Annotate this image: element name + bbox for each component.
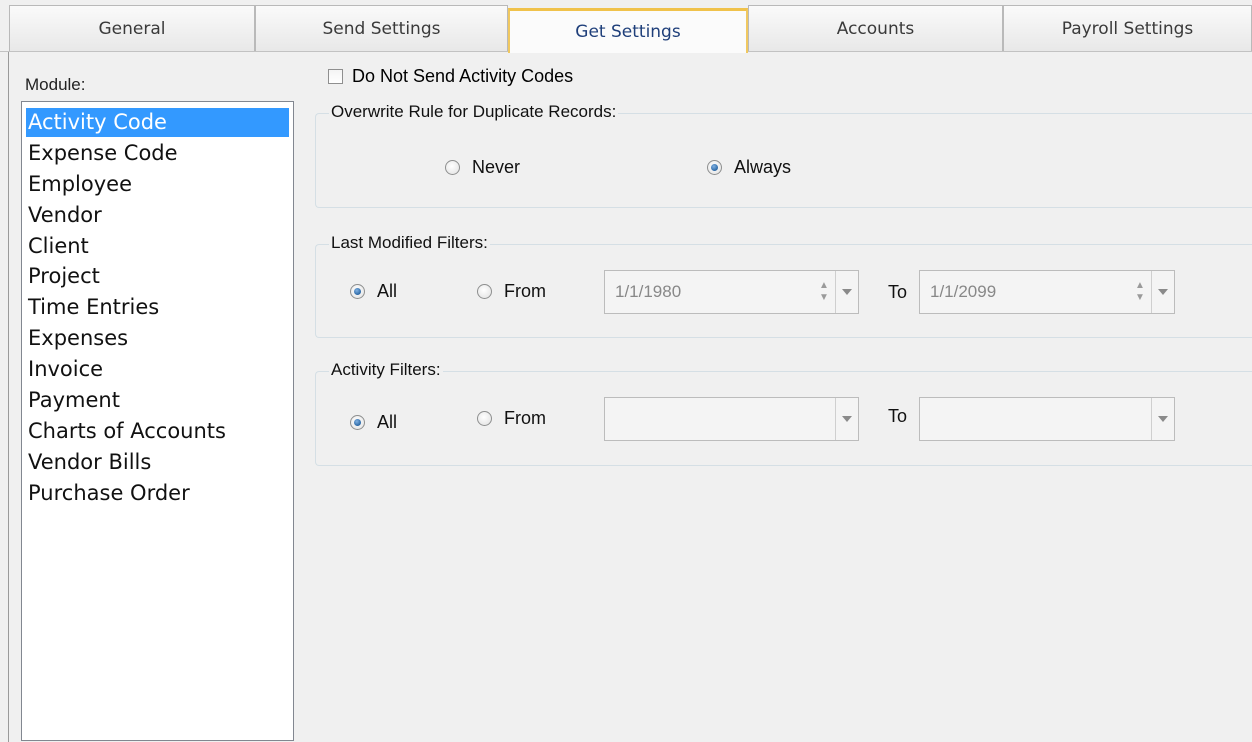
activity-all-label: All [377, 412, 398, 432]
module-item-time-entries[interactable]: Time Entries [26, 293, 289, 322]
last-modified-from-radio[interactable] [477, 284, 492, 299]
module-item-invoice[interactable]: Invoice [26, 355, 289, 384]
last-modified-to-value: 1/1/2099 [930, 282, 997, 301]
activity-from-select[interactable] [604, 397, 859, 441]
panel-left-border [8, 52, 9, 742]
module-item-vendor[interactable]: Vendor [26, 201, 289, 230]
activity-filters-title: Activity Filters: [329, 360, 443, 380]
last-modified-from-value: 1/1/1980 [615, 282, 682, 301]
module-item-vendor-bills[interactable]: Vendor Bills [26, 448, 289, 477]
tab-label: Accounts [836, 18, 915, 39]
last-modified-from-label: From [504, 281, 546, 301]
tab-send-settings[interactable]: Send Settings [255, 5, 508, 51]
dropdown-arrow-icon[interactable] [835, 271, 858, 313]
module-item-activity-code[interactable]: Activity Code [26, 108, 289, 137]
overwrite-always-option[interactable]: Always [707, 157, 791, 178]
spinner-icon[interactable]: ▲ ▼ [813, 271, 835, 313]
module-label: Module: [25, 75, 86, 94]
module-item-charts-of-accounts[interactable]: Charts of Accounts [26, 417, 289, 446]
activity-from-label: From [504, 408, 546, 428]
do-not-send-checkbox[interactable] [328, 68, 343, 84]
activity-from-option[interactable]: From [477, 408, 546, 429]
dropdown-arrow-icon[interactable] [1151, 271, 1174, 313]
activity-all-radio[interactable] [350, 415, 365, 430]
overwrite-never-option[interactable]: Never [445, 157, 520, 178]
module-item-expense-code[interactable]: Expense Code [26, 139, 289, 168]
module-item-payment[interactable]: Payment [26, 386, 289, 415]
do-not-send-label: Do Not Send Activity Codes [352, 65, 574, 86]
module-item-client[interactable]: Client [26, 232, 289, 261]
activity-to-label: To [888, 406, 908, 426]
last-modified-all-label: All [377, 281, 398, 301]
do-not-send-checkbox-row[interactable]: Do Not Send Activity Codes [328, 64, 573, 88]
activity-from-radio[interactable] [477, 411, 492, 426]
overwrite-always-label: Always [734, 157, 792, 177]
activity-to-select[interactable] [919, 397, 1175, 441]
last-modified-to-label: To [888, 282, 908, 302]
tab-get-settings[interactable]: Get Settings [508, 8, 748, 53]
module-item-purchase-order[interactable]: Purchase Order [26, 479, 289, 508]
last-modified-to-date[interactable]: 1/1/2099 ▲ ▼ [919, 270, 1175, 314]
activity-all-option[interactable]: All [350, 412, 397, 433]
tab-payroll-settings[interactable]: Payroll Settings [1003, 5, 1252, 51]
module-item-employee[interactable]: Employee [26, 170, 289, 199]
overwrite-never-label: Never [472, 157, 521, 177]
tab-bar: General Send Settings Get Settings Accou… [0, 0, 1252, 53]
tab-label: General [98, 18, 166, 39]
overwrite-always-radio[interactable] [707, 160, 722, 175]
last-modified-from-date[interactable]: 1/1/1980 ▲ ▼ [604, 270, 859, 314]
tab-general[interactable]: General [9, 5, 255, 51]
module-item-expenses[interactable]: Expenses [26, 324, 289, 353]
dropdown-arrow-icon[interactable] [1151, 398, 1174, 440]
dropdown-arrow-icon[interactable] [835, 398, 858, 440]
last-modified-all-radio[interactable] [350, 284, 365, 299]
tab-label: Send Settings [322, 18, 441, 39]
overwrite-rule-title: Overwrite Rule for Duplicate Records: [329, 102, 619, 122]
spinner-icon[interactable]: ▲ ▼ [1129, 271, 1151, 313]
last-modified-from-option[interactable]: From [477, 281, 546, 302]
overwrite-never-radio[interactable] [445, 160, 460, 175]
module-list[interactable]: Activity Code Expense Code Employee Vend… [21, 101, 294, 741]
last-modified-all-option[interactable]: All [350, 281, 397, 302]
tab-label: Get Settings [575, 22, 681, 42]
last-modified-title: Last Modified Filters: [329, 233, 490, 253]
tab-label: Payroll Settings [1061, 18, 1194, 39]
tab-accounts[interactable]: Accounts [748, 5, 1003, 51]
module-item-project[interactable]: Project [26, 262, 289, 291]
